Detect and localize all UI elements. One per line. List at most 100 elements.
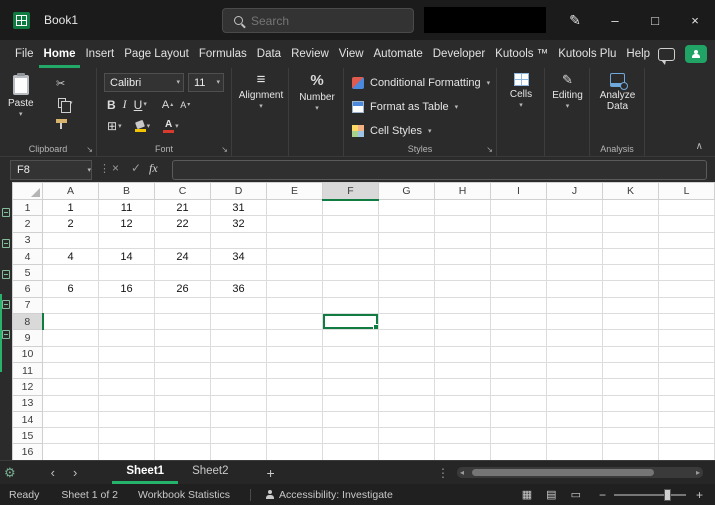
cell-G1[interactable] bbox=[378, 198, 435, 217]
cell-F15[interactable] bbox=[322, 427, 379, 445]
cell-L16[interactable] bbox=[658, 443, 715, 460]
cell-K16[interactable] bbox=[602, 443, 659, 460]
cell-E5[interactable] bbox=[266, 264, 323, 282]
cell-B1[interactable]: 11 bbox=[98, 198, 155, 217]
column-header-F[interactable]: F bbox=[322, 182, 379, 201]
cut-button[interactable]: ✂ bbox=[56, 76, 73, 90]
cell-E11[interactable] bbox=[266, 361, 323, 380]
cell-L2[interactable] bbox=[658, 215, 715, 233]
italic-button[interactable]: I bbox=[120, 96, 130, 113]
ribbon-tab-view[interactable]: View bbox=[334, 42, 369, 68]
ribbon-tab-home[interactable]: Home bbox=[38, 42, 81, 68]
cell-J16[interactable] bbox=[546, 443, 603, 460]
row-header-11[interactable]: 11 bbox=[12, 361, 43, 380]
font-dialog-launcher[interactable]: ↘ bbox=[221, 145, 228, 154]
cell-H14[interactable] bbox=[434, 410, 491, 429]
cell-F10[interactable] bbox=[322, 345, 379, 363]
cell-E7[interactable] bbox=[266, 296, 323, 315]
ribbon-tab-file[interactable]: File bbox=[10, 42, 39, 68]
cell-J12[interactable] bbox=[546, 378, 603, 396]
cell-C16[interactable] bbox=[154, 443, 211, 460]
cell-H9[interactable] bbox=[434, 329, 491, 347]
cell-I5[interactable] bbox=[490, 264, 547, 282]
row-header-13[interactable]: 13 bbox=[12, 394, 43, 412]
cell-J14[interactable] bbox=[546, 410, 603, 429]
cell-B3[interactable] bbox=[98, 231, 155, 249]
cell-D16[interactable] bbox=[210, 443, 267, 460]
cell-I6[interactable] bbox=[490, 280, 547, 298]
cell-G14[interactable] bbox=[378, 410, 435, 429]
cell-J3[interactable] bbox=[546, 231, 603, 249]
cell-K9[interactable] bbox=[602, 329, 659, 347]
cell-L11[interactable] bbox=[658, 361, 715, 380]
cell-F3[interactable] bbox=[322, 231, 379, 249]
cell-F7[interactable] bbox=[322, 296, 379, 315]
cell-D3[interactable] bbox=[210, 231, 267, 249]
cell-B5[interactable] bbox=[98, 264, 155, 282]
cell-B2[interactable]: 12 bbox=[98, 215, 155, 233]
accessibility-status-button[interactable]: Accessibility: Investigate bbox=[279, 489, 393, 501]
cell-H12[interactable] bbox=[434, 378, 491, 396]
cell-H13[interactable] bbox=[434, 394, 491, 412]
cell-G8[interactable] bbox=[378, 313, 435, 331]
cell-B11[interactable] bbox=[98, 361, 155, 380]
cell-I15[interactable] bbox=[490, 427, 547, 445]
cell-I10[interactable] bbox=[490, 345, 547, 363]
column-header-C[interactable]: C bbox=[154, 182, 211, 200]
row-header-2[interactable]: 2 bbox=[12, 215, 43, 233]
row-header-6[interactable]: 6 bbox=[12, 280, 43, 298]
cell-E15[interactable] bbox=[266, 427, 323, 445]
column-header-L[interactable]: L bbox=[658, 182, 715, 200]
cell-B4[interactable]: 14 bbox=[98, 247, 155, 266]
cell-H1[interactable] bbox=[434, 198, 491, 217]
cell-K7[interactable] bbox=[602, 296, 659, 315]
cell-A4[interactable]: 4 bbox=[42, 247, 99, 266]
cell-K10[interactable] bbox=[602, 345, 659, 363]
cell-A7[interactable] bbox=[42, 296, 99, 315]
column-header-K[interactable]: K bbox=[602, 182, 659, 200]
cell-K8[interactable] bbox=[602, 313, 659, 331]
scroll-left-icon[interactable]: ◂ bbox=[457, 468, 467, 477]
font-color-button[interactable]: A ▾ bbox=[160, 119, 182, 134]
cell-L10[interactable] bbox=[658, 345, 715, 363]
cell-B14[interactable] bbox=[98, 410, 155, 429]
cell-B15[interactable] bbox=[98, 427, 155, 445]
row-header-14[interactable]: 14 bbox=[12, 410, 43, 429]
cell-H15[interactable] bbox=[434, 427, 491, 445]
cell-J15[interactable] bbox=[546, 427, 603, 445]
cell-C5[interactable] bbox=[154, 264, 211, 282]
cell-C6[interactable]: 26 bbox=[154, 280, 211, 298]
cell-J5[interactable] bbox=[546, 264, 603, 282]
cell-J11[interactable] bbox=[546, 361, 603, 380]
cell-E3[interactable] bbox=[266, 231, 323, 249]
column-list-pane-icon[interactable] bbox=[2, 300, 10, 309]
cell-K4[interactable] bbox=[602, 247, 659, 266]
cell-H16[interactable] bbox=[434, 443, 491, 460]
cell-C2[interactable]: 22 bbox=[154, 215, 211, 233]
cell-B13[interactable] bbox=[98, 394, 155, 412]
cell-E12[interactable] bbox=[266, 378, 323, 396]
name-box[interactable]: F8 ▾ bbox=[10, 160, 92, 180]
cell-H3[interactable] bbox=[434, 231, 491, 249]
cell-K2[interactable] bbox=[602, 215, 659, 233]
cell-G3[interactable] bbox=[378, 231, 435, 249]
column-header-D[interactable]: D bbox=[210, 182, 267, 200]
ribbon-tab-insert[interactable]: Insert bbox=[80, 42, 119, 68]
cell-G11[interactable] bbox=[378, 361, 435, 380]
column-header-I[interactable]: I bbox=[490, 182, 547, 200]
printer-pane-icon[interactable] bbox=[2, 270, 10, 279]
ink-pen-icon[interactable]: ✎ bbox=[555, 0, 595, 40]
comments-icon[interactable] bbox=[658, 47, 675, 65]
cell-D6[interactable]: 36 bbox=[210, 280, 267, 298]
column-header-H[interactable]: H bbox=[434, 182, 491, 200]
cell-A12[interactable] bbox=[42, 378, 99, 396]
cell-H11[interactable] bbox=[434, 361, 491, 380]
cell-C11[interactable] bbox=[154, 361, 211, 380]
cell-D10[interactable] bbox=[210, 345, 267, 363]
cell-J7[interactable] bbox=[546, 296, 603, 315]
worksheet-pane-icon[interactable] bbox=[2, 239, 10, 248]
cell-A15[interactable] bbox=[42, 427, 99, 445]
cell-B16[interactable] bbox=[98, 443, 155, 460]
cell-E9[interactable] bbox=[266, 329, 323, 347]
cell-L13[interactable] bbox=[658, 394, 715, 412]
